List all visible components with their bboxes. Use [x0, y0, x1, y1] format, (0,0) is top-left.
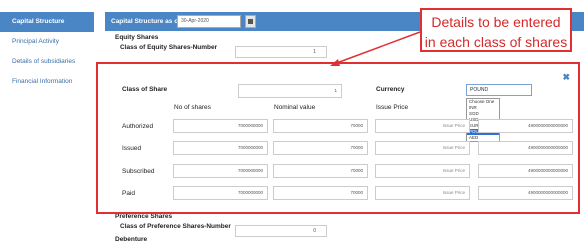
subscribed-issue-price-input[interactable]: Issue Price — [375, 164, 470, 178]
callout-line-2: in each class of shares — [424, 34, 568, 50]
class-of-share-label: Class of Share — [122, 86, 168, 93]
column-header-no-of-shares: No of shares — [174, 104, 211, 111]
preference-section-title: Preference Shares — [115, 213, 173, 220]
subscribed-nominal-input[interactable]: 70000 — [273, 164, 368, 178]
column-header-issue-price: Issue Price — [376, 104, 409, 111]
row-label-issued: Issued — [122, 145, 142, 152]
header-label: Capital Structure as on — [111, 18, 183, 25]
sidebar: Capital Structure Principal Activity Det… — [0, 0, 100, 244]
authorized-nominal-input[interactable]: 70000 — [273, 119, 368, 133]
paid-issue-price-input[interactable]: Issue Price — [375, 186, 470, 200]
subscribed-total-input[interactable]: 4900000000000000 — [478, 164, 573, 178]
authorized-issue-price-input[interactable]: Issue Price — [375, 119, 470, 133]
authorized-shares-input[interactable]: 7000000000 — [173, 119, 268, 133]
sidebar-item-financial-information[interactable]: Financial Information — [0, 72, 100, 92]
sidebar-item-details-of-subsidiaries[interactable]: Details of subsidiaries — [0, 52, 100, 72]
close-icon[interactable]: ✖ — [562, 72, 570, 83]
callout-line-1: Details to be entered — [431, 14, 561, 30]
date-input[interactable]: 30-Apr-2020 — [177, 15, 241, 28]
debenture-section-title: Debenture — [115, 236, 148, 243]
preference-count-label: Class of Preference Shares-Number — [120, 223, 231, 230]
row-label-subscribed: Subscribed — [122, 168, 155, 175]
currency-label: Currency — [376, 86, 405, 93]
column-header-nominal-value: Nominal value — [274, 104, 316, 111]
currency-select[interactable]: POUND — [466, 84, 532, 96]
class-of-share-input[interactable]: 1 — [238, 84, 342, 98]
row-label-authorized: Authorized — [122, 123, 154, 130]
equity-section-title: Equity Shares — [115, 34, 159, 41]
sidebar-item-capital-structure[interactable]: Capital Structure — [0, 12, 94, 32]
preference-count-input[interactable]: 0 — [235, 225, 327, 237]
subscribed-shares-input[interactable]: 7000000000 — [173, 164, 268, 178]
paid-total-input[interactable]: 4900000000000000 — [478, 186, 573, 200]
equity-count-input[interactable]: 1 — [235, 46, 327, 58]
equity-count-label: Class of Equity Shares-Number — [120, 44, 218, 51]
issued-total-input[interactable]: 4900000000000000 — [478, 141, 573, 155]
authorized-total-input[interactable]: 4900000000000000 — [478, 119, 573, 133]
issued-nominal-input[interactable]: 70000 — [273, 141, 368, 155]
calendar-icon[interactable] — [245, 15, 256, 28]
share-class-modal: ✖ Class of Share 1 Currency POUND Choose… — [96, 62, 580, 214]
issued-shares-input[interactable]: 7000000000 — [173, 141, 268, 155]
sidebar-item-principal-activity[interactable]: Principal Activity — [0, 32, 100, 52]
issued-issue-price-input[interactable]: Issue Price — [375, 141, 470, 155]
paid-shares-input[interactable]: 7000000000 — [173, 186, 268, 200]
annotation-callout: Details to be entered in each class of s… — [420, 8, 572, 52]
paid-nominal-input[interactable]: 70000 — [273, 186, 368, 200]
row-label-paid: Paid — [122, 190, 136, 197]
